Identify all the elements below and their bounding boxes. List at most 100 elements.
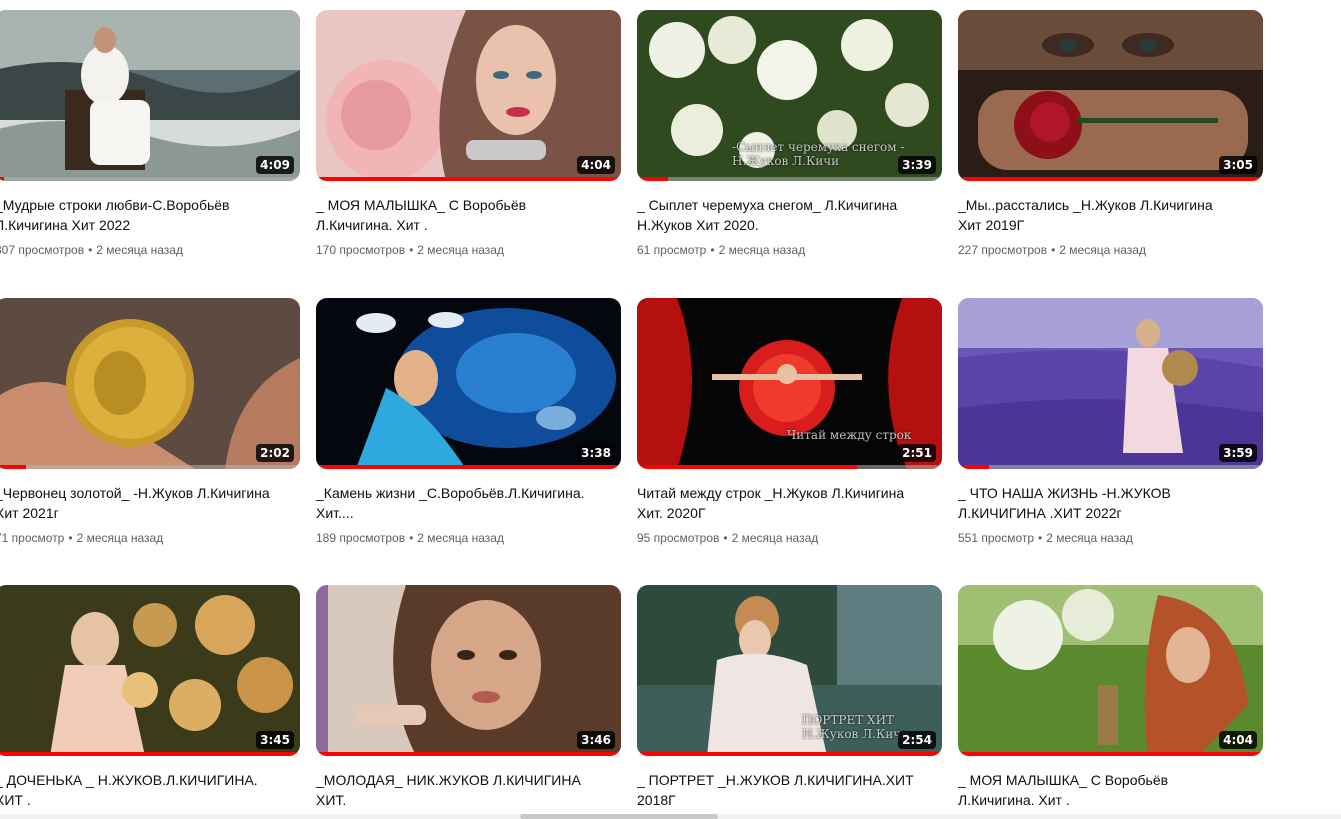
meta-separator: • bbox=[723, 531, 728, 545]
view-count: 551 просмотр bbox=[958, 531, 1035, 545]
video-duration: 2:51 bbox=[898, 444, 936, 462]
video-card[interactable]: 4:09 _Мудрые строки любви-С.Воробьёв Л.К… bbox=[0, 10, 300, 259]
video-duration: 3:05 bbox=[1219, 156, 1257, 174]
video-thumbnail[interactable]: ПОРТРЕТ ХИТ Н.Жуков Л.Кичи 2:54 bbox=[637, 585, 942, 756]
thumbnail-image bbox=[316, 10, 621, 181]
watch-progress-track bbox=[637, 177, 942, 181]
video-thumbnail[interactable]: 3:59 bbox=[958, 298, 1263, 469]
watch-progress-track bbox=[0, 465, 300, 469]
watch-progress-fill bbox=[316, 465, 621, 469]
watch-progress-fill bbox=[0, 177, 5, 181]
view-count: 227 просмотров bbox=[958, 243, 1048, 257]
video-card[interactable]: 3:38 _Камень жизни _С.Воробьёв.Л.Кичигин… bbox=[316, 298, 621, 547]
watch-progress-fill bbox=[637, 752, 942, 756]
video-thumbnail[interactable]: 3:38 bbox=[316, 298, 621, 469]
video-title[interactable]: _Камень жизни _С.Воробьёв.Л.Кичигина. Хи… bbox=[316, 483, 616, 523]
meta-separator: • bbox=[710, 243, 715, 257]
watch-progress-fill bbox=[958, 465, 989, 469]
upload-age: 2 месяца назад bbox=[731, 531, 819, 545]
watch-progress-fill bbox=[958, 752, 1263, 756]
view-count: 71 просмотр bbox=[0, 531, 65, 545]
upload-age: 2 месяца назад bbox=[718, 243, 806, 257]
meta-separator: • bbox=[68, 531, 73, 545]
watch-progress-fill bbox=[637, 465, 857, 469]
upload-age: 2 месяца назад bbox=[417, 243, 504, 257]
watch-progress-fill bbox=[316, 752, 621, 756]
view-count: 307 просмотров bbox=[0, 243, 85, 257]
thumbnail-caption: Читай между строк bbox=[787, 428, 912, 442]
video-card[interactable]: 3:45 _ ДОЧЕНЬКА _ Н.ЖУКОВ.Л.КИЧИГИНА. ХИ… bbox=[0, 585, 300, 810]
watch-progress-track bbox=[0, 177, 300, 181]
video-title[interactable]: _Червонец золотой_ -Н.Жуков Л.Кичигина Х… bbox=[0, 483, 295, 523]
video-title[interactable]: _ ЧТО НАША ЖИЗНЬ -Н.ЖУКОВ Л.КИЧИГИНА .ХИ… bbox=[958, 483, 1258, 523]
video-thumbnail[interactable]: -Сыплет черемуха снегом - Н.Жуков Л.Кичи… bbox=[637, 10, 942, 181]
video-meta: 170 просмотров • 2 месяца назад bbox=[316, 241, 621, 259]
video-duration: 3:46 bbox=[577, 731, 615, 749]
video-card[interactable]: 3:59 _ ЧТО НАША ЖИЗНЬ -Н.ЖУКОВ Л.КИЧИГИН… bbox=[958, 298, 1263, 547]
video-duration: 2:54 bbox=[898, 731, 936, 749]
thumbnail-image bbox=[0, 585, 300, 756]
video-duration: 4:04 bbox=[577, 156, 615, 174]
video-card[interactable]: Читай между строк 2:51 Читай между строк… bbox=[637, 298, 942, 547]
upload-age: 2 месяца назад bbox=[417, 531, 504, 545]
view-count: 189 просмотров bbox=[316, 531, 406, 545]
video-duration: 2:02 bbox=[256, 444, 294, 462]
video-duration: 3:39 bbox=[898, 156, 936, 174]
video-title[interactable]: _ МОЯ МАЛЫШКА_ С Воробьёв Л.Кичигина. Хи… bbox=[958, 770, 1258, 810]
watch-progress-fill bbox=[637, 177, 668, 181]
video-card[interactable]: 4:04 _ МОЯ МАЛЫШКА_ С Воробьёв Л.Кичигин… bbox=[958, 585, 1263, 810]
upload-age: 2 месяца назад bbox=[1059, 243, 1146, 257]
video-title[interactable]: _Мудрые строки любви-С.Воробьёв Л.Кичиги… bbox=[0, 195, 295, 235]
view-count: 61 просмотр bbox=[637, 243, 707, 257]
meta-separator: • bbox=[1038, 531, 1043, 545]
video-card[interactable]: -Сыплет черемуха снегом - Н.Жуков Л.Кичи… bbox=[637, 10, 942, 259]
video-duration: 3:38 bbox=[577, 444, 615, 462]
horizontal-scrollbar[interactable] bbox=[0, 814, 1341, 819]
video-meta: 189 просмотров • 2 месяца назад bbox=[316, 529, 621, 547]
video-card[interactable]: 3:05 _Мы..расстались _Н.Жуков Л.Кичигина… bbox=[958, 10, 1263, 259]
thumbnail-image bbox=[316, 298, 621, 469]
video-title[interactable]: _ МОЯ МАЛЫШКА_ С Воробьёв Л.Кичигина. Хи… bbox=[316, 195, 616, 235]
meta-separator: • bbox=[409, 531, 414, 545]
video-meta: 95 просмотров • 2 месяца назад bbox=[637, 529, 942, 547]
view-count: 95 просмотров bbox=[637, 531, 720, 545]
video-meta: 227 просмотров • 2 месяца назад bbox=[958, 241, 1263, 259]
video-thumbnail[interactable]: 3:45 bbox=[0, 585, 300, 756]
video-card[interactable]: 4:04 _ МОЯ МАЛЫШКА_ С Воробьёв Л.Кичигин… bbox=[316, 10, 621, 259]
video-card[interactable]: 2:02 _Червонец золотой_ -Н.Жуков Л.Кичиг… bbox=[0, 298, 300, 547]
watch-progress-track bbox=[958, 465, 1263, 469]
video-duration: 4:04 bbox=[1219, 731, 1257, 749]
video-card[interactable]: 3:46 _МОЛОДАЯ_ НИК.ЖУКОВ Л.КИЧИГИНА ХИТ. bbox=[316, 585, 621, 810]
meta-separator: • bbox=[88, 243, 93, 257]
video-meta: 307 просмотров • 2 месяца назад bbox=[0, 241, 300, 259]
video-meta: 61 просмотр • 2 месяца назад bbox=[637, 241, 942, 259]
video-thumbnail[interactable]: 4:04 bbox=[958, 585, 1263, 756]
scrollbar-thumb[interactable] bbox=[520, 814, 718, 819]
watch-progress-fill bbox=[316, 177, 621, 181]
video-title[interactable]: _ ПОРТРЕТ _Н.ЖУКОВ Л.КИЧИГИНА.ХИТ 2018Г bbox=[637, 770, 937, 810]
video-title[interactable]: _ ДОЧЕНЬКА _ Н.ЖУКОВ.Л.КИЧИГИНА. ХИТ . bbox=[0, 770, 295, 810]
view-count: 170 просмотров bbox=[316, 243, 406, 257]
thumbnail-image bbox=[0, 10, 300, 181]
thumbnail-image bbox=[316, 585, 621, 756]
video-title[interactable]: _ Сыплет черемуха снегом_ Л.Кичигина Н.Ж… bbox=[637, 195, 937, 235]
video-title[interactable]: _Мы..расстались _Н.Жуков Л.Кичигина Хит … bbox=[958, 195, 1258, 235]
video-thumbnail[interactable]: 2:02 bbox=[0, 298, 300, 469]
watch-progress-fill bbox=[958, 177, 1263, 181]
video-meta: 71 просмотр • 2 месяца назад bbox=[0, 529, 300, 547]
video-title[interactable]: _МОЛОДАЯ_ НИК.ЖУКОВ Л.КИЧИГИНА ХИТ. bbox=[316, 770, 616, 810]
video-card[interactable]: ПОРТРЕТ ХИТ Н.Жуков Л.Кичи 2:54 _ ПОРТРЕ… bbox=[637, 585, 942, 810]
video-thumbnail[interactable]: 4:04 bbox=[316, 10, 621, 181]
video-duration: 3:45 bbox=[256, 731, 294, 749]
video-title[interactable]: Читай между строк _Н.Жуков Л.Кичигина Хи… bbox=[637, 483, 937, 523]
watch-progress-fill bbox=[0, 752, 300, 756]
video-thumbnail[interactable]: 4:09 bbox=[0, 10, 300, 181]
video-duration: 4:09 bbox=[256, 156, 294, 174]
thumbnail-image bbox=[958, 298, 1263, 469]
upload-age: 2 месяца назад bbox=[96, 243, 183, 257]
video-thumbnail[interactable]: 3:05 bbox=[958, 10, 1263, 181]
watch-progress-fill bbox=[0, 465, 26, 469]
meta-separator: • bbox=[409, 243, 414, 257]
video-thumbnail[interactable]: 3:46 bbox=[316, 585, 621, 756]
video-thumbnail[interactable]: Читай между строк 2:51 bbox=[637, 298, 942, 469]
